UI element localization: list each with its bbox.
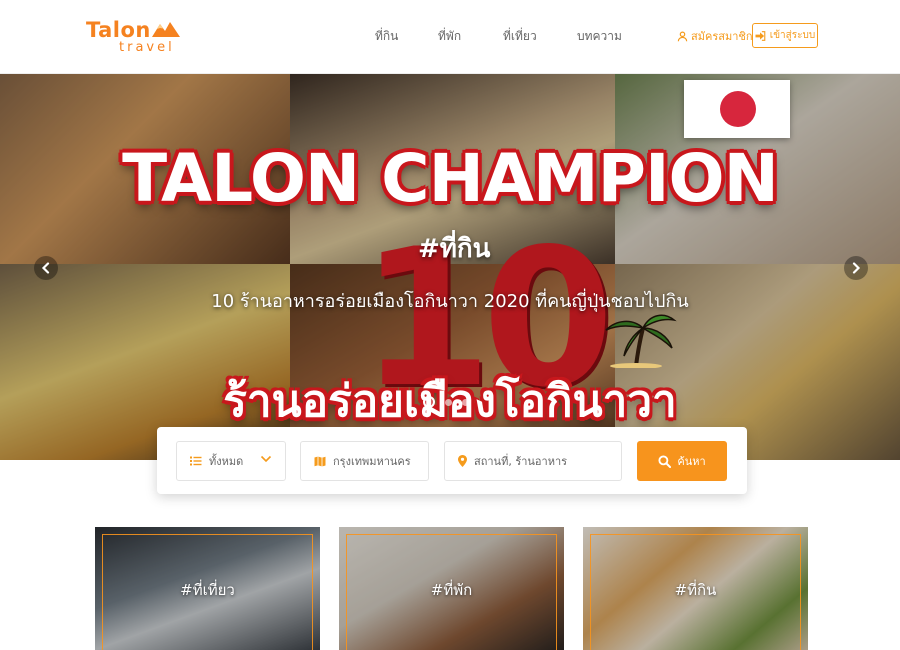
signup-link[interactable]: สมัครสมาชิก — [677, 27, 753, 45]
place-search-input[interactable]: สถานที่, ร้านอาหาร — [444, 441, 622, 481]
city-field-value: กรุงเทพมหานคร — [333, 455, 411, 468]
sign-in-icon — [755, 30, 766, 41]
nav-item-stay[interactable]: ที่พัก — [438, 27, 461, 46]
carousel-indicators — [423, 396, 469, 408]
chevron-right-icon — [852, 262, 861, 274]
chevron-left-icon — [41, 262, 50, 274]
hero-hashtag: #ที่กิน — [418, 234, 491, 264]
search-button[interactable]: ค้นหา — [637, 441, 727, 481]
category-card-label: #ที่พัก — [430, 581, 473, 599]
category-card-food[interactable]: #ที่กิน — [583, 527, 808, 650]
japan-flag-image — [684, 80, 790, 138]
flag-sun — [720, 91, 756, 127]
site-header: Talon travel ที่กิน ที่พัก ที่เที่ยว บทค… — [0, 0, 900, 74]
carousel-prev-button[interactable] — [34, 256, 58, 280]
hero-carousel: 10 TALON CHAMPION #ที่กิน 10 ร้านอาหารอร… — [0, 74, 900, 460]
nav-item-eat[interactable]: ที่กิน — [375, 27, 398, 46]
user-icon — [677, 31, 688, 41]
category-select[interactable]: ทั้งหมด — [176, 441, 286, 481]
search-button-label: ค้นหา — [677, 455, 706, 468]
logo-subtitle: travel — [119, 40, 175, 55]
category-card-attractions[interactable]: #ที่เที่ยว — [95, 527, 320, 650]
chevron-down-icon — [260, 455, 272, 463]
category-card-accommodation[interactable]: #ที่พัก — [339, 527, 564, 650]
category-select-value: ทั้งหมด — [209, 455, 244, 468]
map-marker-icon — [458, 455, 467, 467]
category-card-label: #ที่เที่ยว — [180, 581, 235, 599]
nav-item-articles[interactable]: บทความ — [577, 27, 622, 46]
carousel-next-button[interactable] — [844, 256, 868, 280]
place-search-placeholder: สถานที่, ร้านอาหาร — [474, 455, 568, 468]
nav-item-travel[interactable]: ที่เที่ยว — [503, 27, 537, 46]
list-icon — [190, 456, 202, 466]
login-label: เข้าสู่ระบบ — [769, 30, 816, 41]
palm-tree-icon — [605, 314, 677, 368]
signup-label: สมัครสมาชิก — [691, 30, 753, 43]
carousel-dot-3[interactable] — [462, 398, 469, 406]
map-icon — [314, 456, 326, 467]
talon-travel-logo[interactable]: Talon travel — [86, 18, 196, 58]
mountain-logo-icon — [152, 22, 180, 37]
category-card-label: #ที่กิน — [674, 581, 717, 599]
hero-caption: 10 ร้านอาหารอร่อยเมืองโอกินาวา 2020 ที่ค… — [211, 291, 689, 312]
carousel-dot-1[interactable] — [423, 396, 435, 408]
logo-wordmark: Talon — [86, 18, 151, 42]
search-icon — [658, 454, 672, 468]
search-panel: ทั้งหมด กรุงเทพมหานคร สถานที่, ร้านอาหาร… — [157, 427, 747, 494]
hero-title: TALON CHAMPION — [122, 140, 779, 217]
login-button[interactable]: เข้าสู่ระบบ — [752, 23, 818, 48]
carousel-dot-2[interactable] — [445, 398, 452, 406]
city-field[interactable]: กรุงเทพมหานคร — [300, 441, 429, 481]
